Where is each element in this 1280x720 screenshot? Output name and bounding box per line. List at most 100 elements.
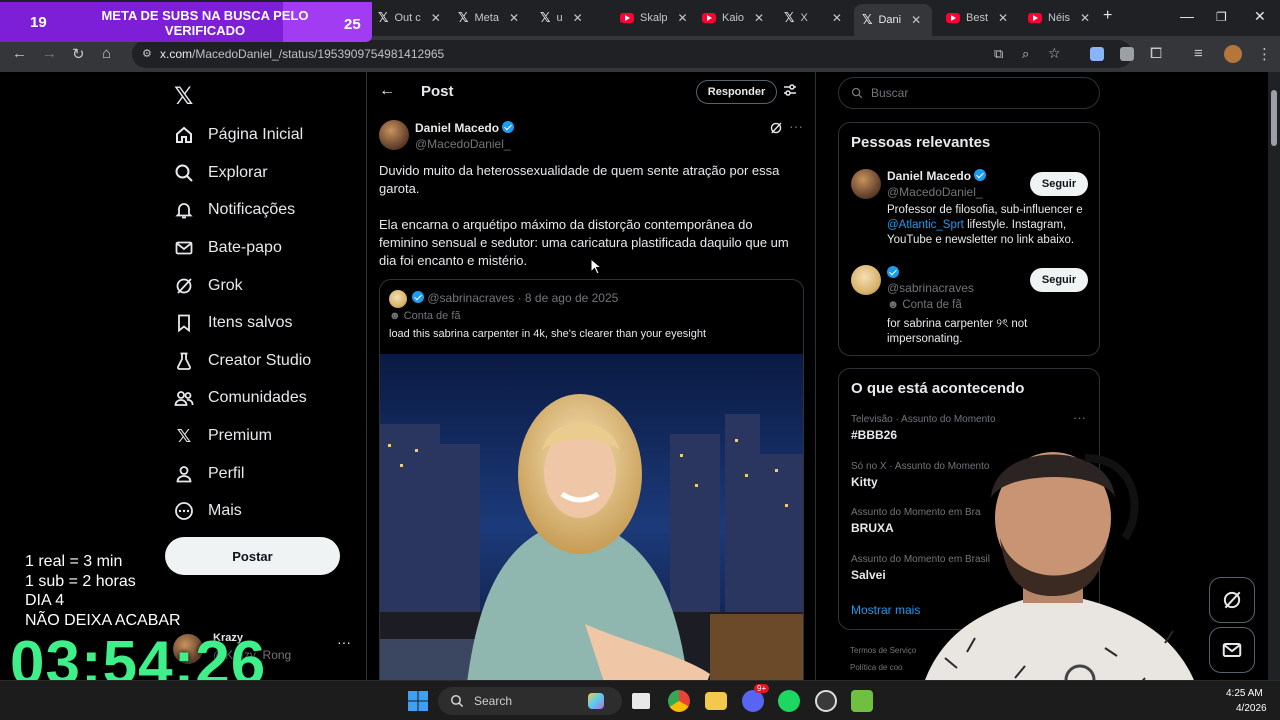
nav-item-creator-studio[interactable]: Creator Studio: [174, 343, 311, 379]
menu-icon[interactable]: ⋮: [1257, 45, 1272, 63]
install-icon[interactable]: ⧉: [994, 46, 1003, 62]
flask-icon: [174, 351, 194, 371]
bookmark-star-icon[interactable]: ☆: [1048, 45, 1061, 62]
browser-tab[interactable]: 𝕏 Out c ✕: [370, 6, 442, 30]
clock-time[interactable]: 4:25 AM: [1226, 688, 1263, 699]
task-view-icon[interactable]: [632, 693, 650, 709]
new-tab-button[interactable]: +: [1103, 7, 1112, 25]
browser-tab[interactable]: 𝕏 Meta ✕: [450, 6, 526, 30]
profile-avatar[interactable]: [1224, 45, 1242, 63]
browser-tab-active[interactable]: 𝕏 Dani ✕: [854, 4, 932, 36]
browser-tab[interactable]: Néis ✕: [1020, 6, 1098, 30]
author-avatar[interactable]: [379, 120, 409, 150]
bio-mention-link[interactable]: @Atlantic_Sprt: [887, 219, 964, 231]
nav-item-chat[interactable]: Bate-papo: [174, 230, 282, 266]
extension-icon[interactable]: [1120, 47, 1134, 61]
follow-label: Seguir: [1041, 274, 1077, 286]
nav-item-premium[interactable]: 𝕏 Premium: [174, 418, 272, 454]
nav-item-notifications[interactable]: Notificações: [174, 192, 295, 228]
windows-start-icon[interactable]: [407, 690, 429, 712]
author-name-row[interactable]: Daniel Macedo: [415, 121, 515, 135]
quoted-post[interactable]: @sabrinacraves · 8 de ago de 2025 ☻ Cont…: [379, 279, 804, 680]
browser-tab[interactable]: 𝕏 u ✕: [532, 6, 604, 30]
mail-icon: [1222, 642, 1242, 658]
close-icon[interactable]: ✕: [431, 11, 441, 25]
follow-button[interactable]: Seguir: [1030, 172, 1088, 196]
home-icon[interactable]: ⌂: [102, 45, 111, 62]
close-icon[interactable]: ✕: [832, 11, 842, 25]
address-bar[interactable]: ⚙ x.com/MacedoDaniel_/status/19539097549…: [132, 40, 1132, 68]
nav-label: Perfil: [208, 465, 245, 482]
tab-label: X: [800, 12, 808, 24]
photo-illustration: [380, 354, 803, 680]
back-arrow-icon[interactable]: ←: [379, 82, 395, 100]
x-logo-icon[interactable]: 𝕏: [174, 82, 193, 111]
webcam-overlay: [905, 418, 1210, 720]
quote-photo[interactable]: [380, 354, 803, 680]
browser-tab[interactable]: Skalp ✕: [612, 6, 688, 30]
follow-button[interactable]: Seguir: [1030, 268, 1088, 292]
person-name-row[interactable]: Daniel Macedo: [887, 169, 987, 183]
person-name-row[interactable]: [887, 266, 899, 280]
more-options-icon[interactable]: ···: [789, 118, 803, 134]
back-icon[interactable]: ←: [12, 45, 27, 62]
more-horizontal-icon[interactable]: ···: [337, 634, 351, 650]
chrome-icon[interactable]: [668, 690, 690, 712]
author-handle[interactable]: @MacedoDaniel_: [415, 137, 511, 151]
avatar[interactable]: [851, 265, 881, 295]
fan-mask-icon: ☻: [887, 299, 900, 311]
nav-item-explore[interactable]: Explorar: [174, 155, 268, 191]
avatar[interactable]: [851, 169, 881, 199]
search-input[interactable]: Buscar: [838, 77, 1100, 109]
spotify-icon[interactable]: [778, 690, 800, 712]
close-icon[interactable]: ✕: [509, 11, 519, 25]
site-info-icon[interactable]: ⚙: [142, 47, 152, 60]
close-icon[interactable]: ✕: [998, 11, 1008, 25]
minimize-button[interactable]: —: [1180, 8, 1194, 24]
settings-sliders-icon[interactable]: [782, 82, 798, 103]
nav-item-more[interactable]: Mais: [174, 493, 242, 529]
nav-item-grok[interactable]: Grok: [174, 268, 243, 304]
page-scrollbar[interactable]: [1268, 72, 1280, 680]
grok-fab[interactable]: [1209, 577, 1255, 623]
media-control-icon[interactable]: ≡: [1194, 45, 1203, 62]
zoom-icon[interactable]: ⌕: [1022, 46, 1029, 62]
footer-link[interactable]: Política de coo: [850, 663, 902, 672]
extension-icon[interactable]: [1090, 47, 1104, 61]
nav-label: Premium: [208, 427, 273, 444]
bookmark-icon: [174, 313, 194, 333]
nav-item-profile[interactable]: Perfil: [174, 456, 244, 492]
close-icon[interactable]: ✕: [754, 11, 764, 25]
browser-tab[interactable]: Best ✕: [938, 6, 1016, 30]
grok-icon[interactable]: [769, 121, 783, 140]
verified-badge-icon: [502, 121, 515, 133]
close-icon[interactable]: ✕: [678, 11, 688, 25]
app-icon[interactable]: [851, 690, 873, 712]
extensions-puzzle-icon[interactable]: ⧠: [1150, 45, 1162, 62]
reply-button[interactable]: Responder: [696, 80, 777, 104]
browser-tab[interactable]: Kaio ✕: [694, 6, 770, 30]
nav-item-bookmarks[interactable]: Itens salvos: [174, 305, 292, 341]
browser-tab[interactable]: 𝕏 X ✕: [776, 6, 848, 30]
nav-item-communities[interactable]: Comunidades: [174, 380, 307, 416]
reload-icon[interactable]: ↻: [72, 45, 85, 63]
clock-date[interactable]: 4/2026: [1236, 703, 1267, 714]
close-icon[interactable]: ✕: [911, 13, 921, 27]
close-window-button[interactable]: ✕: [1254, 8, 1266, 25]
messages-fab[interactable]: [1209, 627, 1255, 673]
file-explorer-icon[interactable]: [705, 692, 727, 710]
rule-line: DIA 4: [25, 592, 65, 609]
close-icon[interactable]: ✕: [573, 11, 583, 25]
scrollbar-thumb[interactable]: [1271, 90, 1277, 146]
more-circle-icon: [174, 501, 194, 521]
compose-post-button[interactable]: Postar: [165, 537, 340, 575]
close-icon[interactable]: ✕: [1080, 11, 1090, 25]
verified-badge-icon: [887, 266, 899, 278]
discord-icon[interactable]: 9+: [742, 684, 770, 712]
obs-icon[interactable]: [815, 690, 837, 712]
forward-icon[interactable]: →: [42, 45, 57, 62]
restore-button[interactable]: ❐: [1216, 10, 1227, 24]
taskbar-search[interactable]: Search: [438, 687, 622, 715]
nav-item-home[interactable]: Página Inicial: [174, 117, 303, 153]
mouse-cursor-icon: [590, 257, 603, 281]
